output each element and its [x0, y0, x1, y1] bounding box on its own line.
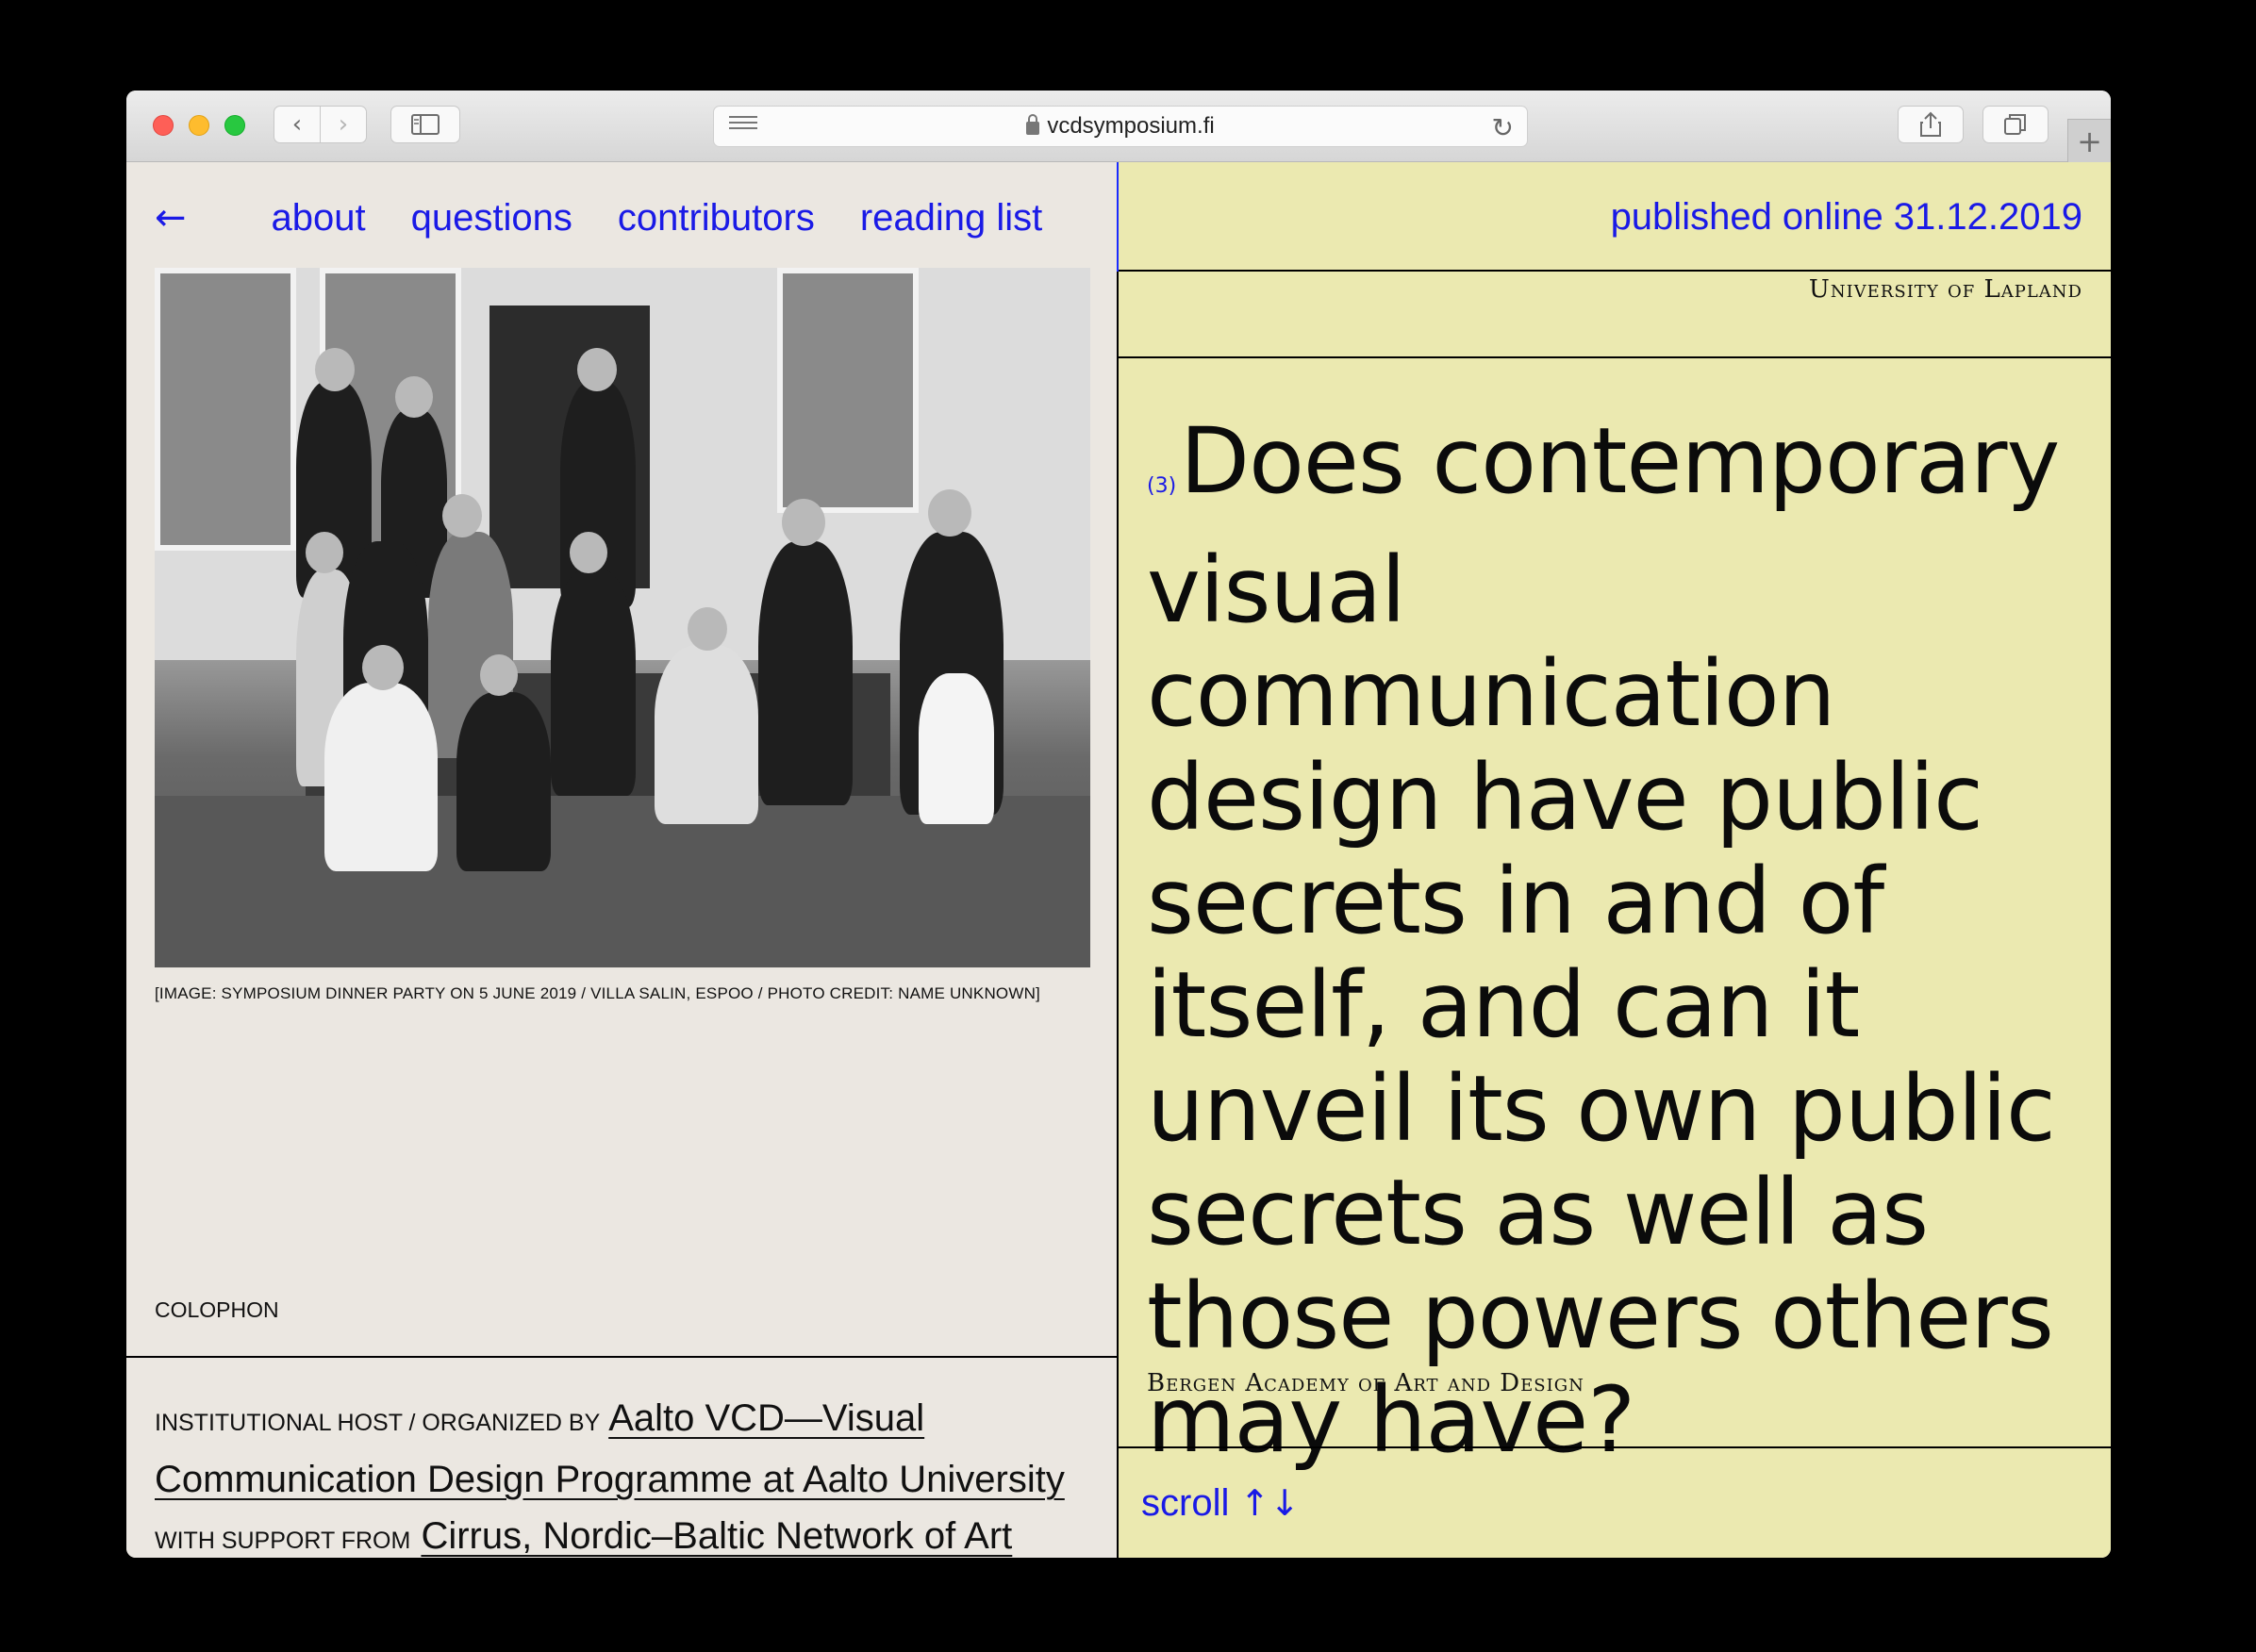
reader-mode-icon[interactable] — [729, 116, 757, 137]
browser-titlebar: ‹ › vcdsymposium.fi ↻ + — [126, 91, 2111, 162]
close-window-button[interactable] — [153, 115, 174, 136]
browser-forward-button[interactable]: › — [320, 106, 367, 143]
tabs-icon — [2004, 114, 2026, 135]
site-nav: ← about questions contributors reading l… — [155, 196, 1087, 240]
share-icon — [1920, 111, 1941, 137]
nav-link-about[interactable]: about — [272, 197, 366, 240]
plus-icon: + — [2077, 123, 2102, 159]
new-tab-button[interactable]: + — [2067, 119, 2111, 162]
url-text: vcdsymposium.fi — [1047, 113, 1215, 139]
scroll-arrows-icon[interactable]: ↑↓ — [1239, 1482, 1300, 1524]
chevron-right-icon: › — [338, 110, 349, 139]
support-label: with support from — [155, 1528, 411, 1554]
page-content: ← about questions contributors reading l… — [126, 162, 2111, 1558]
colophon-heading: COLOPHON — [155, 1297, 279, 1322]
sidebar-icon — [411, 114, 440, 135]
divider — [1119, 356, 2111, 358]
nav-link-questions[interactable]: questions — [411, 197, 572, 240]
university-label: University of Lapland — [1808, 275, 2082, 304]
browser-window: ‹ › vcdsymposium.fi ↻ + ← about question… — [126, 91, 2111, 1558]
address-bar[interactable]: vcdsymposium.fi ↻ — [713, 106, 1528, 147]
reload-icon[interactable]: ↻ — [1492, 112, 1514, 143]
divider — [126, 1356, 1117, 1358]
published-date: published online 31.12.2019 — [1610, 196, 2082, 238]
question-number: (3) — [1147, 474, 1177, 498]
sidebar-toggle-button[interactable] — [390, 106, 460, 143]
left-pane: ← about questions contributors reading l… — [126, 162, 1119, 1558]
attribution-label: Bergen Academy of Art and Design — [1147, 1369, 1584, 1397]
nav-link-reading-list[interactable]: reading list — [860, 197, 1042, 240]
divider — [1119, 1446, 2111, 1448]
right-pane: published online 31.12.2019 University o… — [1119, 162, 2111, 1558]
host-label: institutional host / organized by — [155, 1410, 601, 1436]
symposium-group-photo — [155, 268, 1090, 967]
nav-link-contributors[interactable]: contributors — [618, 197, 815, 240]
scroll-label: scroll — [1141, 1482, 1230, 1524]
image-caption: [IMAGE: SYMPOSIUM DINNER PARTY ON 5 JUNE… — [155, 984, 1040, 1002]
browser-back-button[interactable]: ‹ — [274, 106, 321, 143]
minimize-window-button[interactable] — [189, 115, 209, 136]
question-body: Does contemporary visual communication d… — [1147, 408, 2060, 1473]
share-button[interactable] — [1898, 106, 1964, 143]
lock-icon — [1026, 114, 1040, 135]
question-text: (3)Does contemporary visual communicatio… — [1147, 409, 2090, 1472]
tab-overview-button[interactable] — [1982, 106, 2049, 143]
back-arrow-link[interactable]: ← — [155, 196, 187, 240]
chevron-left-icon: ‹ — [291, 110, 303, 139]
divider — [1119, 270, 2111, 272]
maximize-window-button[interactable] — [224, 115, 245, 136]
colophon-text: institutional host / organized by Aalto … — [155, 1390, 1079, 1558]
scroll-control[interactable]: scroll ↑↓ — [1141, 1482, 1300, 1525]
